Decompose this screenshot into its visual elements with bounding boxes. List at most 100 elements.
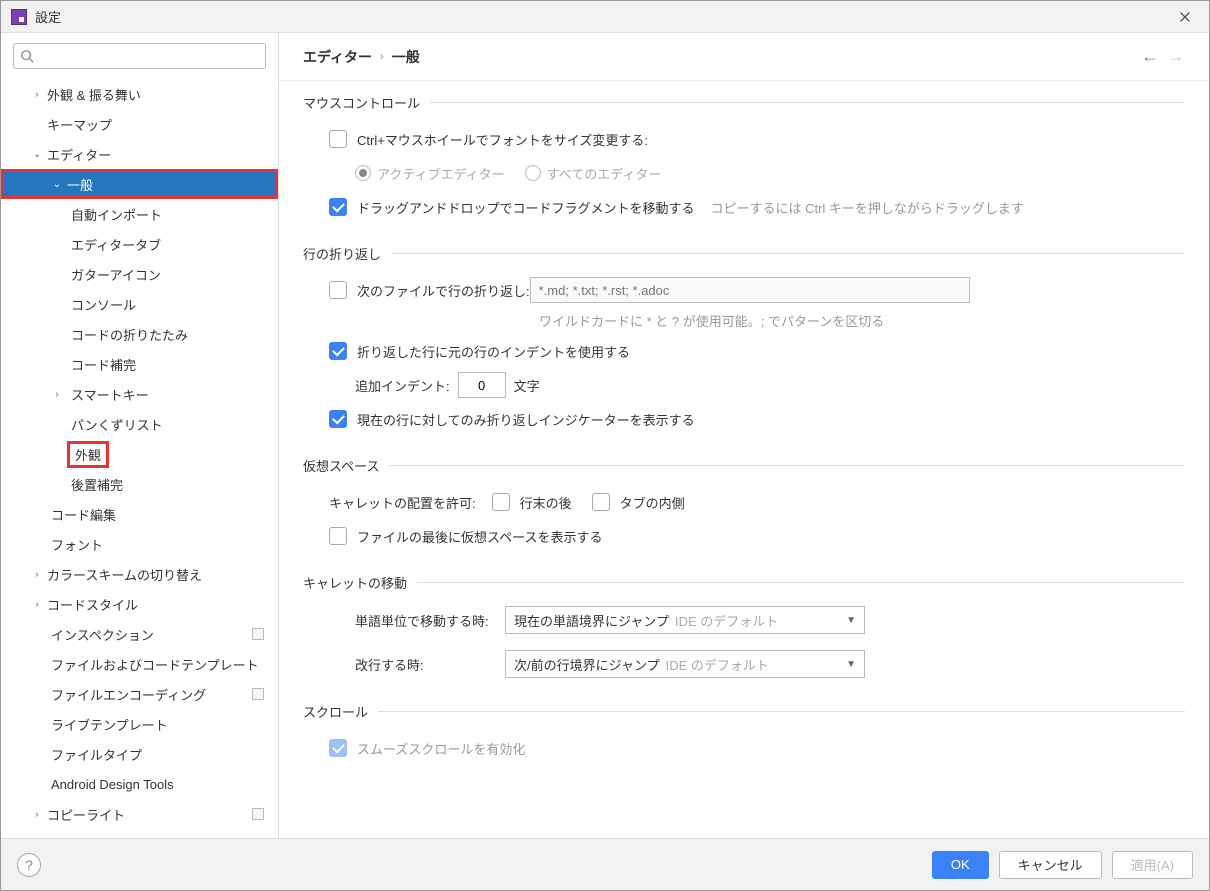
breadcrumb-general: 一般: [392, 47, 420, 67]
input-extra-indent[interactable]: [458, 372, 506, 398]
footer-buttons: OK キャンセル 適用(A): [932, 851, 1193, 879]
lbl-word-move: 単語単位で移動する時:: [355, 611, 505, 630]
tree-general[interactable]: ⌄一般: [1, 169, 278, 199]
window-title: 設定: [35, 7, 1171, 26]
chk-inside-tab[interactable]: [592, 493, 610, 511]
tree-breadcrumbs[interactable]: パンくずリスト: [1, 409, 278, 439]
radio-all-editors[interactable]: [525, 165, 541, 181]
tree-gutter-icons[interactable]: ガターアイコン: [1, 259, 278, 289]
lbl-after-eol: 行末の後: [520, 493, 572, 512]
input-soft-wrap-pattern[interactable]: [530, 277, 970, 303]
breadcrumb-separator: ›: [380, 51, 384, 63]
tree-file-templates[interactable]: ファイルおよびコードテンプレート: [1, 649, 278, 679]
chevron-down-icon: ⌄: [29, 149, 45, 160]
dialog-footer: ? OK キャンセル 適用(A): [1, 838, 1209, 890]
search-icon: [20, 49, 34, 63]
apply-button[interactable]: 適用(A): [1112, 851, 1193, 879]
forward-button[interactable]: →: [1167, 46, 1185, 67]
select-newline-move[interactable]: 次/前の行境界にジャンプIDE のデフォルト ▼: [505, 650, 865, 678]
chk-show-eof-space[interactable]: [329, 527, 347, 545]
chevron-right-icon: ›: [29, 569, 45, 580]
tree-appearance[interactable]: 外観: [1, 439, 278, 469]
tree-editor[interactable]: ⌄エディター: [1, 139, 278, 169]
app-icon: [11, 9, 27, 25]
section-title-mouse: マウスコントロール: [303, 93, 420, 112]
search-wrap: [1, 33, 278, 75]
tree-editor-tabs[interactable]: エディタータブ: [1, 229, 278, 259]
tree-live-templates[interactable]: ライブテンプレート: [1, 709, 278, 739]
chk-after-eol[interactable]: [492, 493, 510, 511]
chevron-down-icon: ▼: [846, 615, 856, 626]
nav-arrows: ← →: [1141, 46, 1185, 67]
tree-auto-import[interactable]: 自動インポート: [1, 199, 278, 229]
section-title-wrap: 行の折り返し: [303, 244, 381, 263]
chevron-right-icon: ›: [29, 89, 45, 100]
breadcrumb-editor[interactable]: エディター: [303, 47, 372, 67]
section-title-virtual: 仮想スペース: [303, 456, 379, 475]
tree-keymap[interactable]: キーマップ: [1, 109, 278, 139]
lbl-show-eof-space: ファイルの最後に仮想スペースを表示する: [357, 527, 602, 546]
section-title-scroll: スクロール: [303, 702, 368, 721]
cancel-button[interactable]: キャンセル: [999, 851, 1102, 879]
settings-panel[interactable]: マウスコントロール Ctrl+マウスホイールでフォントをサイズ変更する: アクテ…: [279, 81, 1209, 838]
section-scroll: スクロール スムーズスクロールを有効化: [303, 702, 1185, 761]
tree-code-completion[interactable]: コード補完: [1, 349, 278, 379]
radio-active-editor[interactable]: [355, 165, 371, 181]
lbl-smooth-scroll: スムーズスクロールを有効化: [357, 739, 525, 758]
tree-smart-keys[interactable]: ›スマートキー: [1, 379, 278, 409]
settings-tree[interactable]: ›外観 & 振る舞い キーマップ ⌄エディター ⌄一般 自動インポート エディタ…: [1, 75, 278, 838]
chk-ctrl-wheel-zoom[interactable]: [329, 130, 347, 148]
sidebar: ›外観 & 振る舞い キーマップ ⌄エディター ⌄一般 自動インポート エディタ…: [1, 33, 279, 838]
section-wrap: 行の折り返し 次のファイルで行の折り返し: ワイルドカードに * と ? が使用…: [303, 244, 1185, 432]
tree-android-design[interactable]: Android Design Tools: [1, 769, 278, 799]
lbl-active-editor: アクティブエディター: [377, 164, 505, 183]
chk-smooth-scroll[interactable]: [329, 739, 347, 757]
chevron-down-icon: ⌄: [49, 179, 65, 190]
lbl-extra-indent-unit: 文字: [514, 376, 540, 395]
lbl-inside-tab: タブの内側: [620, 493, 685, 512]
tree-inspections[interactable]: インスペクション: [1, 619, 278, 649]
dialog-body: ›外観 & 振る舞い キーマップ ⌄エディター ⌄一般 自動インポート エディタ…: [1, 33, 1209, 838]
profile-icon: [252, 808, 264, 820]
section-title-caret: キャレットの移動: [303, 573, 407, 592]
tree-code-folding[interactable]: コードの折りたたみ: [1, 319, 278, 349]
tree-appearance-behavior[interactable]: ›外観 & 振る舞い: [1, 79, 278, 109]
chevron-down-icon: ▼: [846, 659, 856, 670]
breadcrumb-bar: エディター › 一般 ← →: [279, 33, 1209, 81]
chk-dnd-move[interactable]: [329, 198, 347, 216]
tree-font[interactable]: フォント: [1, 529, 278, 559]
tree-console[interactable]: コンソール: [1, 289, 278, 319]
tree-file-encodings[interactable]: ファイルエンコーディング: [1, 679, 278, 709]
search-box[interactable]: [13, 43, 266, 69]
lbl-all-editors: すべてのエディター: [547, 164, 662, 183]
lbl-ctrl-wheel-zoom: Ctrl+マウスホイールでフォントをサイズ変更する:: [357, 130, 648, 149]
tree-code-style[interactable]: ›コードスタイル: [1, 589, 278, 619]
help-button[interactable]: ?: [17, 853, 41, 877]
section-mouse: マウスコントロール Ctrl+マウスホイールでフォントをサイズ変更する: アクテ…: [303, 93, 1185, 220]
tree-postfix[interactable]: 後置補完: [1, 469, 278, 499]
hint-dnd: コピーするには Ctrl キーを押しながらドラッグします: [710, 198, 1023, 217]
chevron-right-icon: ›: [29, 809, 45, 820]
lbl-caret-allow: キャレットの配置を許可:: [329, 493, 476, 512]
profile-icon: [252, 628, 264, 640]
chk-soft-wrap-files[interactable]: [329, 281, 347, 299]
chk-wrap-indicator-current[interactable]: [329, 410, 347, 428]
lbl-extra-indent: 追加インデント:: [355, 376, 450, 395]
tree-color-scheme[interactable]: ›カラースキームの切り替え: [1, 559, 278, 589]
ok-button[interactable]: OK: [932, 851, 989, 879]
tree-copyright[interactable]: ›コピーライト: [1, 799, 278, 829]
back-button[interactable]: ←: [1141, 46, 1159, 67]
select-word-move[interactable]: 現在の単語境界にジャンプIDE のデフォルト ▼: [505, 606, 865, 634]
tree-file-types[interactable]: ファイルタイプ: [1, 739, 278, 769]
close-button[interactable]: [1171, 3, 1199, 31]
lbl-soft-wrap-files: 次のファイルで行の折り返し:: [357, 281, 530, 300]
lbl-use-original-indent: 折り返した行に元の行のインデントを使用する: [357, 342, 630, 361]
chk-use-original-indent[interactable]: [329, 342, 347, 360]
chevron-right-icon: ›: [29, 599, 45, 610]
tree-code-editing[interactable]: コード編集: [1, 499, 278, 529]
section-caret: キャレットの移動 単語単位で移動する時: 現在の単語境界にジャンプIDE のデフ…: [303, 573, 1185, 678]
search-input[interactable]: [38, 49, 259, 64]
chevron-right-icon: ›: [49, 389, 65, 400]
titlebar: 設定: [1, 1, 1209, 33]
settings-content: エディター › 一般 ← → マウスコントロール Ctrl+マウスホイールでフォ…: [279, 33, 1209, 838]
